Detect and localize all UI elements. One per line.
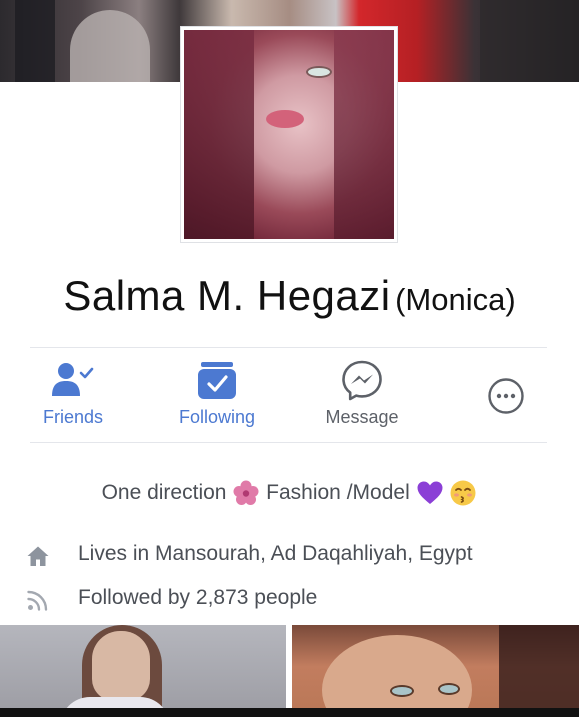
- photo-shape: [390, 685, 414, 697]
- profile-name: Salma M. Hegazi: [63, 272, 391, 319]
- cover-shape: [70, 10, 150, 82]
- friends-check-icon: [13, 356, 133, 404]
- rss-follow-icon: [27, 590, 48, 611]
- bio-text: Fashion /Model: [266, 481, 410, 504]
- profile-bio: One direction Fashion /Model: [0, 479, 579, 507]
- profile-photo: [184, 30, 394, 239]
- bottom-bar: [0, 708, 579, 717]
- photo-thumbnail[interactable]: [292, 625, 579, 717]
- cover-shape: [480, 0, 579, 82]
- divider: [30, 347, 547, 348]
- photo-thumbnail[interactable]: [0, 625, 286, 717]
- more-button[interactable]: [446, 356, 566, 436]
- following-check-icon: [157, 356, 277, 404]
- photo-shape: [306, 66, 332, 78]
- following-label: Following: [178, 407, 256, 427]
- more-icon: [446, 356, 566, 436]
- friends-label: Friends: [42, 407, 104, 427]
- photo-shape: [184, 30, 254, 239]
- bio-text: One direction: [101, 481, 227, 504]
- kissing-face-icon: [450, 480, 476, 506]
- divider: [30, 442, 547, 443]
- message-button[interactable]: Message: [302, 356, 422, 428]
- lives-in-text: Lives in Mansourah, Ad Daqahliyah, Egypt: [78, 542, 473, 565]
- photo-shape: [92, 631, 150, 701]
- photo-shape: [438, 683, 460, 695]
- messenger-icon: [302, 356, 422, 404]
- message-label: Message: [325, 407, 399, 427]
- profile-picture[interactable]: [180, 26, 398, 243]
- flower-emoji-icon: [233, 480, 259, 505]
- photo-shape: [499, 625, 579, 717]
- profile-name-row: Salma M. Hegazi (Monica): [0, 272, 579, 320]
- friends-button[interactable]: Friends: [13, 356, 133, 428]
- purple-heart-icon: [417, 481, 443, 504]
- following-button[interactable]: Following: [157, 356, 277, 428]
- photo-shape: [334, 30, 394, 239]
- profile-nickname: (Monica): [395, 282, 516, 317]
- photo-shape: [266, 110, 304, 128]
- photo-shape: [322, 635, 472, 717]
- cover-shape: [15, 0, 55, 82]
- home-icon: [27, 546, 49, 566]
- followers-text: Followed by 2,873 people: [78, 586, 318, 609]
